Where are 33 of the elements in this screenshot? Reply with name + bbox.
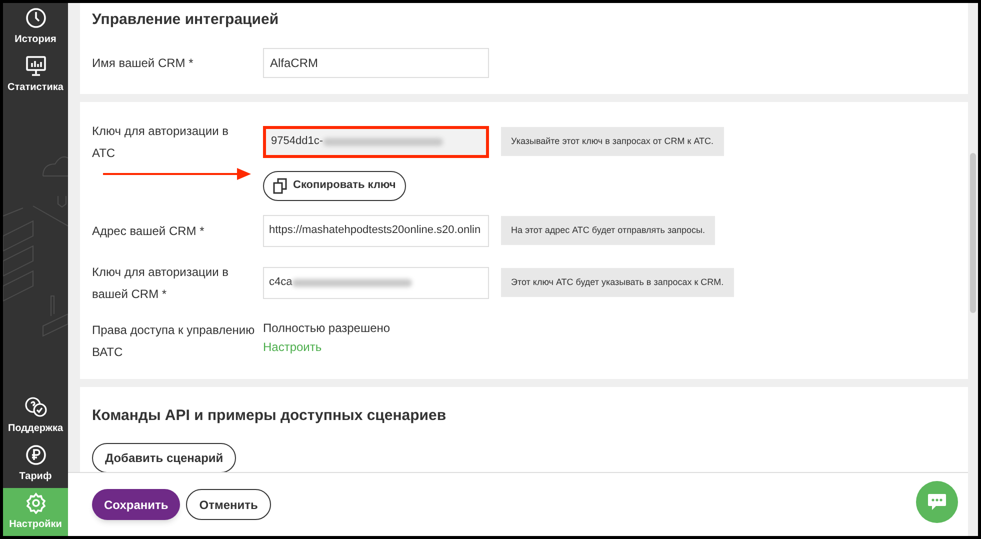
chat-bubbles-icon [24,396,48,418]
input-field[interactable]: c4ca [263,266,489,298]
sidebar-item[interactable]: История [3,3,68,51]
section-title: Управление интеграцией [92,10,280,30]
section-title: Команды API и примеры доступных сценариев [92,406,448,426]
copy-key-button[interactable]: Скопировать ключ [263,170,406,200]
field-label: Права доступа к управлению ВАТС [92,322,256,360]
hint-tooltip: На этот адрес АТС будет отправлять запросы. [501,216,715,246]
input-field[interactable]: 9754dd1c- [263,126,489,158]
field-label: Ключ для авторизации в АТС [92,122,230,162]
hint-tooltip: Указывайте этот ключ в запросах от CRM к АТС. [501,126,724,156]
scrollbar[interactable] [970,153,976,313]
chat-icon [927,493,947,511]
settings-icon [24,492,46,514]
field-label: Ключ для авторизации в вашей CRM * [92,264,230,302]
access-value: Полностью разрешено [263,320,390,336]
field-value: c4ca [269,275,292,290]
sidebar-item[interactable]: Поддержка [3,392,68,440]
field-value: 9754dd1c- [271,134,323,150]
field-label: Имя вашей CRM * [92,54,194,72]
copy-icon [273,178,287,194]
save-button[interactable]: Сохранить [92,489,180,520]
crm-name-field[interactable]: AlfaCRM [263,48,489,78]
clock-icon [24,7,46,29]
field-label: Адрес вашей CRM * [92,222,206,240]
input-field[interactable]: https://mashatehpodtests20online.s20.onlin [263,214,489,246]
cancel-button[interactable]: Отменить [186,489,271,520]
monitor-chart-icon [24,55,46,77]
ruble-icon [24,444,46,466]
sidebar-item[interactable]: Тариф [3,440,68,488]
hint-tooltip: Этот ключ АТС будет указывать в запросах к CRM. [501,268,734,298]
field-value: https://mashatehpodtests20online.s20.onlin [269,223,481,238]
sidebar-item[interactable]: Статистика [3,51,68,99]
